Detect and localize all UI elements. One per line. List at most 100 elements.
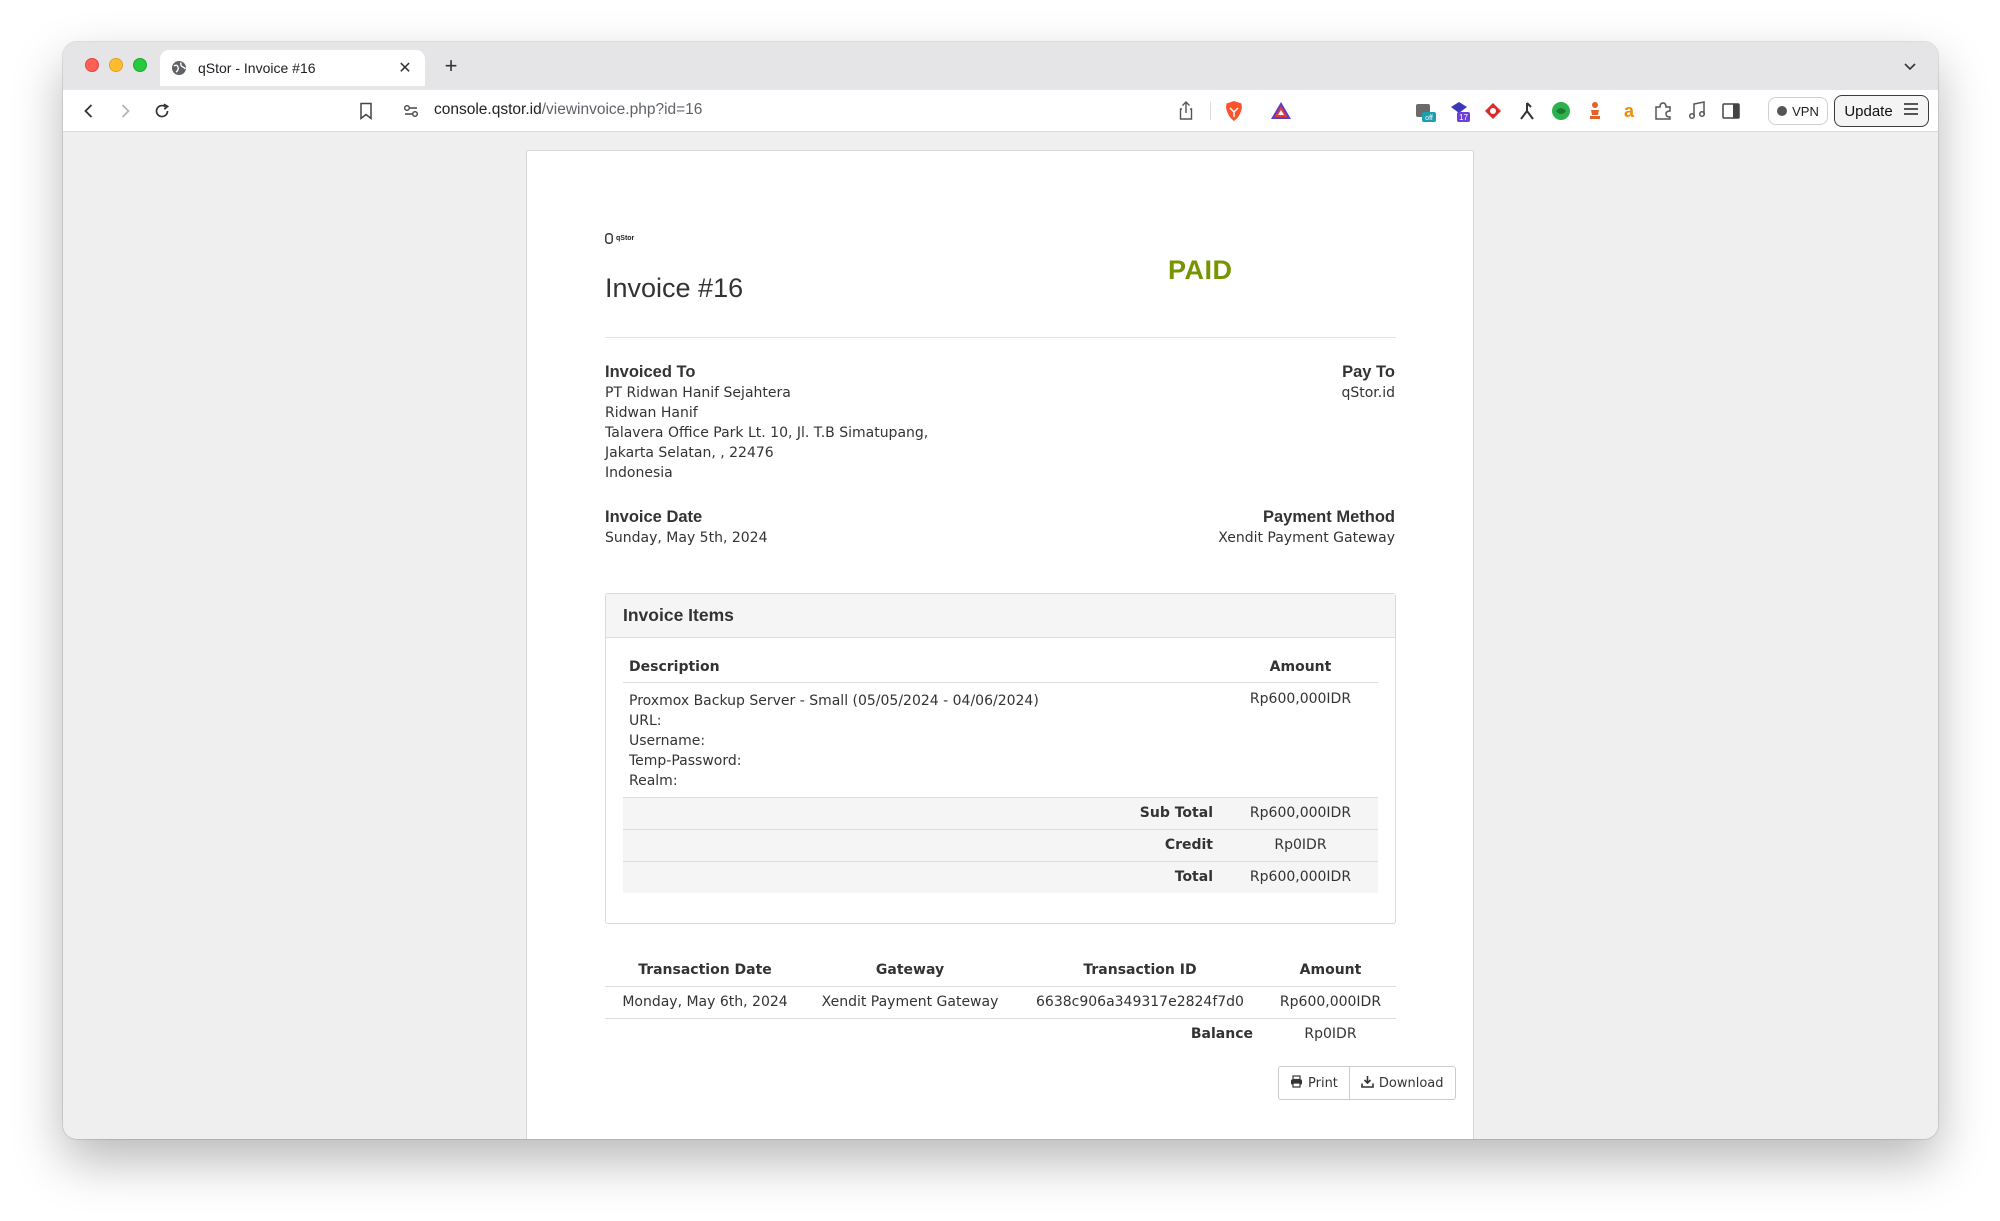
forward-button[interactable]: [113, 99, 137, 123]
invoiced-to-line: Talavera Office Park Lt. 10, Jl. T.B Sim…: [605, 425, 929, 441]
extension-off-icon[interactable]: off: [1413, 99, 1437, 123]
transactions-header-row: Transaction Date Gateway Transaction ID …: [605, 954, 1396, 987]
zoom-window-button[interactable]: [133, 58, 147, 72]
item-description-line: Username:: [629, 732, 706, 749]
item-amount: Rp600,000IDR: [1249, 690, 1352, 707]
extensions-puzzle-icon[interactable]: [1651, 99, 1675, 123]
amount-header: Amount: [1223, 638, 1378, 683]
menu-icon: [1903, 102, 1919, 120]
transaction-amount: Rp600,000IDR: [1265, 986, 1396, 1019]
item-description-line: Proxmox Backup Server - Small (05/05/202…: [629, 692, 1039, 709]
minimize-window-button[interactable]: [109, 58, 123, 72]
balance-value: Rp0IDR: [1304, 1026, 1357, 1043]
tab-title: qStor - Invoice #16: [198, 60, 316, 76]
payment-method-section: Payment Method Xendit Payment Gateway: [1218, 508, 1395, 548]
extension-gem-icon[interactable]: 17: [1447, 99, 1471, 123]
invoiced-to-line: Ridwan Hanif: [605, 405, 698, 421]
download-icon: [1361, 1075, 1374, 1092]
transaction-date: Monday, May 6th, 2024: [605, 986, 805, 1019]
url-text[interactable]: console.qstor.id/viewinvoice.php?id=16: [434, 101, 702, 119]
share-icon[interactable]: [1175, 99, 1197, 123]
invoiced-to-line: PT Ridwan Hanif Sejahtera: [605, 385, 791, 401]
invoiced-to-line: Indonesia: [605, 465, 673, 481]
back-button[interactable]: [77, 99, 101, 123]
invoice-date-value: Sunday, May 5th, 2024: [605, 530, 768, 546]
toolbar-divider: [1210, 102, 1211, 120]
pay-to-line: qStor.id: [1341, 385, 1395, 401]
active-tab[interactable]: qStor - Invoice #16 ✕: [160, 50, 425, 86]
qstor-logo-icon: [605, 233, 613, 244]
subtotal-value: Rp600,000IDR: [1223, 796, 1378, 829]
invoice-items-table: Description Amount Proxmox Backup Server…: [623, 638, 1378, 893]
invoice-title: Invoice #16: [605, 273, 744, 303]
site-settings-icon[interactable]: [401, 101, 421, 121]
url-host: console.qstor.id: [434, 101, 542, 118]
print-label: Print: [1308, 1075, 1338, 1091]
transactions-table: Transaction Date Gateway Transaction ID …: [605, 954, 1396, 1050]
extension-diamond-icon[interactable]: [1481, 99, 1505, 123]
extension-fork-icon[interactable]: [1515, 99, 1539, 123]
extension-green-icon[interactable]: [1549, 99, 1573, 123]
item-description-line: URL:: [629, 712, 662, 729]
sidebar-toggle-icon[interactable]: [1719, 99, 1743, 123]
gateway-header: Gateway: [805, 954, 1015, 987]
download-label: Download: [1378, 1075, 1444, 1091]
extension-off-badge: off: [1425, 115, 1433, 122]
download-button[interactable]: Download: [1349, 1066, 1456, 1100]
chevron-down-icon[interactable]: [1900, 56, 1920, 76]
close-tab-icon[interactable]: ✕: [395, 58, 415, 78]
invoiced-to-line: Jakarta Selatan, , 22476: [605, 445, 774, 461]
subtotal-label: Sub Total: [623, 796, 1223, 829]
transaction-id-header: Transaction ID: [1015, 954, 1265, 987]
balance-row: Balance Rp0IDR: [605, 1018, 1396, 1050]
total-label: Total: [623, 860, 1223, 893]
invoice-date-label: Invoice Date: [605, 508, 703, 526]
url-path: /viewinvoice.php?id=16: [541, 101, 703, 118]
header-divider: [605, 337, 1396, 338]
credit-row: Credit Rp0IDR: [623, 828, 1378, 861]
description-header: Description: [623, 638, 1223, 683]
print-button[interactable]: Print: [1278, 1066, 1350, 1100]
credit-label: Credit: [623, 828, 1223, 861]
subtotal-row: Sub Total Rp600,000IDR: [623, 796, 1378, 829]
media-music-icon[interactable]: [1685, 99, 1709, 123]
brave-rewards-icon[interactable]: [1269, 99, 1293, 123]
extension-count-badge: 17: [1459, 113, 1468, 122]
item-description-line: Realm:: [629, 772, 678, 789]
bookmark-icon[interactable]: [355, 100, 377, 122]
globe-icon: [170, 59, 188, 77]
company-logo: qStor: [605, 233, 634, 244]
browser-toolbar: console.qstor.id/viewinvoice.php?id=16 o…: [63, 90, 1938, 132]
invoice-date-section: Invoice Date Sunday, May 5th, 2024: [605, 508, 767, 548]
balance-label: Balance: [1190, 1026, 1253, 1043]
close-window-button[interactable]: [85, 58, 99, 72]
brave-shields-icon[interactable]: [1223, 99, 1245, 123]
item-description: Proxmox Backup Server - Small (05/05/202…: [623, 682, 1223, 797]
logo-text: qStor: [616, 235, 635, 242]
update-label: Update: [1844, 102, 1893, 120]
table-header-row: Description Amount: [623, 638, 1378, 683]
reload-button[interactable]: [150, 99, 174, 123]
transaction-gateway: Xendit Payment Gateway: [805, 986, 1015, 1019]
tab-strip: qStor - Invoice #16 ✕ +: [63, 42, 1938, 90]
new-tab-button[interactable]: +: [437, 52, 465, 80]
invoice-items-panel: Invoice Items Description Amount Proxmox…: [605, 593, 1396, 924]
printer-icon: [1290, 1074, 1303, 1092]
extension-chess-icon[interactable]: [1583, 99, 1607, 123]
payment-method-value: Xendit Payment Gateway: [1218, 530, 1395, 546]
invoice-actions: Print Download: [1278, 1066, 1456, 1100]
vpn-button[interactable]: VPN: [1768, 97, 1828, 125]
transaction-amount-header: Amount: [1265, 954, 1396, 987]
browser-window: qStor - Invoice #16 ✕ + console.qstor.id…: [63, 42, 1938, 1139]
extension-amazon-icon[interactable]: a: [1617, 99, 1641, 123]
total-row: Total Rp600,000IDR: [623, 860, 1378, 893]
transaction-id: 6638c906a349317e2824f7d0: [1015, 986, 1265, 1019]
invoice-status: PAID: [1168, 255, 1233, 285]
invoiced-to-section: Invoiced To PT Ridwan Hanif Sejahtera Ri…: [605, 363, 928, 483]
invoice-items-title: Invoice Items: [606, 594, 1395, 638]
vpn-status-icon: [1777, 106, 1788, 116]
table-row: Monday, May 6th, 2024 Xendit Payment Gat…: [605, 986, 1396, 1019]
table-row: Proxmox Backup Server - Small (05/05/202…: [623, 682, 1378, 797]
total-value: Rp600,000IDR: [1223, 860, 1378, 893]
update-button[interactable]: Update: [1834, 95, 1929, 127]
